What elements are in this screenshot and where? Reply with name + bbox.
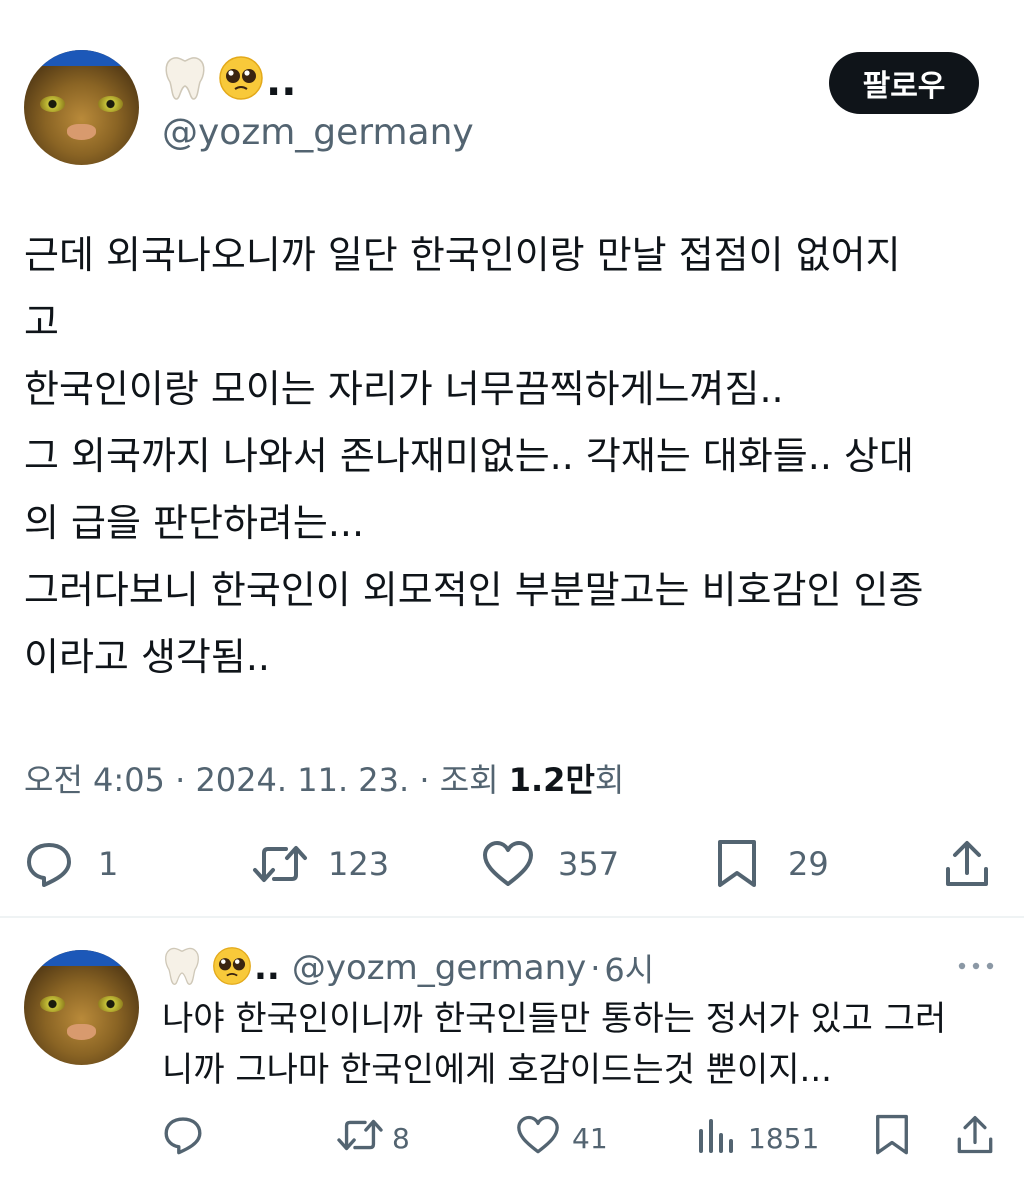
meta-separator: · bbox=[175, 761, 186, 799]
tooth-icon bbox=[162, 945, 202, 991]
tooth-icon bbox=[162, 54, 208, 110]
like-count: 41 bbox=[572, 1121, 608, 1155]
more-icon bbox=[956, 961, 996, 980]
pleading-face-icon bbox=[218, 55, 264, 109]
tweet-meta: 오전 4:05 · 2024. 11. 23. · 조회 1.2만회 bbox=[24, 755, 624, 801]
share-icon bbox=[944, 839, 990, 889]
tweet-text-line: 근데 외국나오니까 일단 한국인이랑 만날 접점이 없어지 bbox=[24, 233, 901, 277]
reply-icon bbox=[162, 1114, 204, 1163]
analytics-icon bbox=[696, 1115, 736, 1162]
tweet-text-line: 그 외국까지 나와서 존나재미없는.. 각재는 대화들.. 상대 bbox=[24, 434, 914, 478]
user-handle[interactable]: @yozm_germany bbox=[162, 112, 474, 153]
more-menu-button[interactable] bbox=[956, 956, 996, 976]
tweet-text: 근데 외국나오니까 일단 한국인이랑 만날 접점이 없어지 고 한국인이랑 모이… bbox=[24, 222, 1014, 691]
like-count: 357 bbox=[558, 845, 620, 883]
follow-button[interactable]: 팔로우 bbox=[829, 52, 979, 114]
retweet-icon bbox=[336, 1114, 384, 1163]
reply-tweet[interactable]: .. @yozm_germany · 6시 나야 한국인이니까 한국인들만 통하… bbox=[0, 918, 1024, 1186]
views-label: 조회 bbox=[439, 761, 499, 799]
reply-time[interactable]: 6시 bbox=[604, 945, 654, 991]
reply-text-line: 니까 그나마 한국인에게 호감이드는것 뿐이지... bbox=[162, 1050, 832, 1090]
display-name-suffix: .. bbox=[266, 59, 297, 105]
share-action[interactable] bbox=[944, 838, 990, 890]
reply-reply-action[interactable] bbox=[162, 1116, 204, 1160]
avatar[interactable] bbox=[24, 50, 139, 165]
reply-text-line: 나야 한국인이니까 한국인들만 통하는 정서가 있고 그러 bbox=[162, 999, 947, 1039]
bookmark-action[interactable]: 29 bbox=[716, 838, 829, 890]
views-count: 1851 bbox=[748, 1121, 820, 1155]
retweet-action[interactable]: 123 bbox=[252, 838, 389, 890]
retweet-count: 123 bbox=[328, 845, 390, 883]
reply-icon bbox=[24, 839, 74, 889]
reply-header: .. @yozm_germany · 6시 bbox=[162, 944, 654, 992]
reply-share-action[interactable] bbox=[956, 1114, 994, 1163]
heart-icon bbox=[516, 1115, 560, 1162]
views-unit: 회 bbox=[594, 761, 625, 799]
reply-like-action[interactable]: 41 bbox=[516, 1115, 608, 1162]
reply-bookmark-action[interactable] bbox=[874, 1114, 910, 1163]
reply-action[interactable]: 1 bbox=[24, 838, 118, 890]
heart-icon bbox=[482, 840, 534, 888]
tweet-text-line: 한국인이랑 모이는 자리가 너무끔찍하게느껴짐.. bbox=[24, 367, 784, 411]
tweet-text-line: 이라고 생각됨.. bbox=[24, 635, 270, 679]
meta-separator: · bbox=[590, 949, 601, 987]
bookmark-icon bbox=[874, 1114, 910, 1163]
pleading-face-icon bbox=[212, 946, 252, 990]
tweet-text-line: 고 bbox=[24, 300, 59, 344]
retweet-icon bbox=[252, 839, 308, 889]
reply-count: 1 bbox=[98, 845, 119, 883]
display-name-suffix[interactable]: .. bbox=[254, 948, 280, 988]
user-handle[interactable]: @yozm_germany bbox=[292, 948, 586, 988]
bookmark-count: 29 bbox=[788, 845, 829, 883]
reply-retweet-action[interactable]: 8 bbox=[336, 1116, 410, 1160]
meta-separator: · bbox=[419, 761, 430, 799]
share-icon bbox=[956, 1114, 994, 1163]
tweet-date[interactable]: 2024. 11. 23. bbox=[195, 761, 409, 799]
views-count: 1.2만 bbox=[508, 761, 595, 799]
tweet-time[interactable]: 오전 4:05 bbox=[24, 761, 165, 799]
main-tweet: .. @yozm_germany 팔로우 근데 외국나오니까 일단 한국인이랑 … bbox=[0, 0, 1024, 918]
reply-views-action[interactable]: 1851 bbox=[696, 1116, 819, 1160]
retweet-count: 8 bbox=[392, 1121, 410, 1155]
tweet-text-line: 의 급을 판단하려는... bbox=[24, 501, 365, 545]
bookmark-icon bbox=[716, 839, 758, 889]
tweet-text-line: 그러다보니 한국인이 외모적인 부분말고는 비호감인 인종 bbox=[24, 568, 924, 612]
like-action[interactable]: 357 bbox=[482, 838, 619, 890]
avatar[interactable] bbox=[24, 950, 139, 1065]
display-name[interactable]: .. bbox=[162, 55, 297, 109]
reply-text: 나야 한국인이니까 한국인들만 통하는 정서가 있고 그러 니까 그나마 한국인… bbox=[162, 994, 1012, 1096]
